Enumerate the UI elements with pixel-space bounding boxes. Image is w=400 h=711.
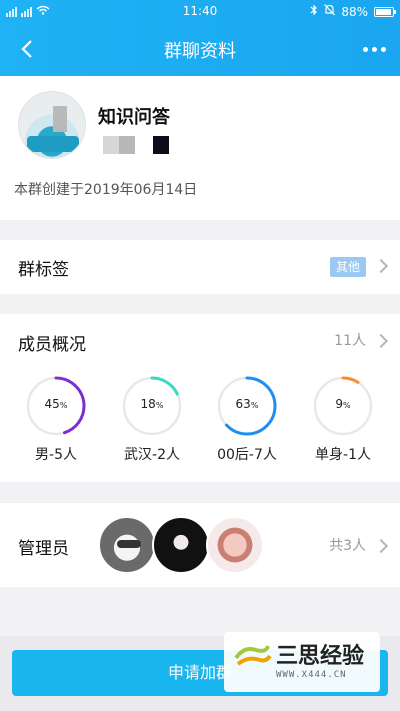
status-right: 88% — [310, 4, 396, 19]
ring-caption: 单身-1人 — [315, 447, 371, 463]
ring-percent-value: 18 — [140, 397, 156, 411]
battery-icon — [374, 6, 396, 17]
more-dot-icon — [380, 46, 386, 52]
ring-percent-value: 63 — [235, 397, 251, 411]
member-overview-label: 成员概况 — [18, 335, 86, 355]
member-stats: 45% 男-5人 18% 武汉-2人 63% 00后-7人 9% 单身-1人 — [0, 372, 400, 463]
group-name: 知识问答 — [98, 107, 170, 128]
member-stat-2: 63% 00后-7人 — [215, 374, 279, 463]
dark-badge — [153, 136, 169, 154]
ring-percent: 63% — [215, 397, 279, 411]
admin-row[interactable]: 管理员 共3人 — [0, 503, 400, 587]
member-stat-0: 45% 男-5人 — [24, 374, 88, 463]
member-stat-3: 9% 单身-1人 — [311, 374, 375, 463]
member-count: 11人 — [334, 333, 366, 349]
watermark-name: 三思经验 — [276, 644, 365, 669]
mute-bell-icon — [324, 4, 336, 19]
ring-percent: 45% — [24, 397, 88, 411]
chevron-right-icon — [373, 538, 389, 554]
admin-avatars — [98, 516, 264, 574]
more-dot-icon — [362, 46, 368, 52]
watermark: 三思经验 WWW.X444.CN — [224, 632, 380, 692]
ring-percent-unit: % — [155, 401, 164, 410]
chevron-right-icon — [373, 333, 389, 349]
ring-caption: 男-5人 — [35, 447, 77, 463]
ring-caption: 武汉-2人 — [124, 447, 180, 463]
admin-avatar-3[interactable] — [206, 516, 264, 574]
member-stat-1: 18% 武汉-2人 — [120, 374, 184, 463]
group-tag-value: 其他 — [329, 257, 366, 277]
admin-count: 共3人 — [329, 538, 366, 554]
page-title: 群聊资料 — [164, 41, 236, 62]
more-dot-icon — [371, 46, 377, 52]
group-tag-label: 群标签 — [18, 260, 69, 280]
ring-percent-value: 45 — [44, 397, 60, 411]
created-date: 本群创建于2019年06月14日 — [14, 182, 198, 198]
member-overview-card[interactable]: 成员概况 11人 45% 男-5人 18% 武汉-2人 63% 00后-7人 9% 单身-1人 — [0, 314, 400, 482]
admin-avatar-1[interactable] — [98, 516, 156, 574]
ring-percent-unit: % — [59, 401, 68, 410]
admin-label: 管理员 — [18, 539, 69, 559]
more-button[interactable] — [358, 34, 390, 64]
ring-percent: 18% — [120, 397, 184, 411]
admin-avatar-2[interactable] — [152, 516, 210, 574]
bluetooth-icon — [310, 4, 318, 19]
ring-percent: 9% — [311, 397, 375, 411]
battery-percent: 88% — [341, 4, 368, 19]
group-badges — [103, 136, 169, 154]
status-bar: 11:40 88% — [0, 0, 400, 22]
nav-bar: 群聊资料 — [0, 22, 400, 76]
ring-caption: 00后-7人 — [217, 447, 277, 463]
group-profile-card: 知识问答 本群创建于2019年06月14日 — [0, 76, 400, 220]
chevron-right-icon — [373, 258, 389, 274]
ring-percent-unit: % — [343, 401, 351, 410]
group-avatar[interactable] — [18, 91, 86, 159]
ring-percent-value: 9 — [335, 397, 344, 411]
group-tag-row[interactable]: 群标签 其他 — [0, 240, 400, 294]
watermark-url: WWW.X444.CN — [276, 670, 347, 680]
watermark-logo-icon — [234, 645, 272, 666]
ring-percent-unit: % — [250, 401, 259, 410]
pixelated-badge — [103, 136, 135, 154]
